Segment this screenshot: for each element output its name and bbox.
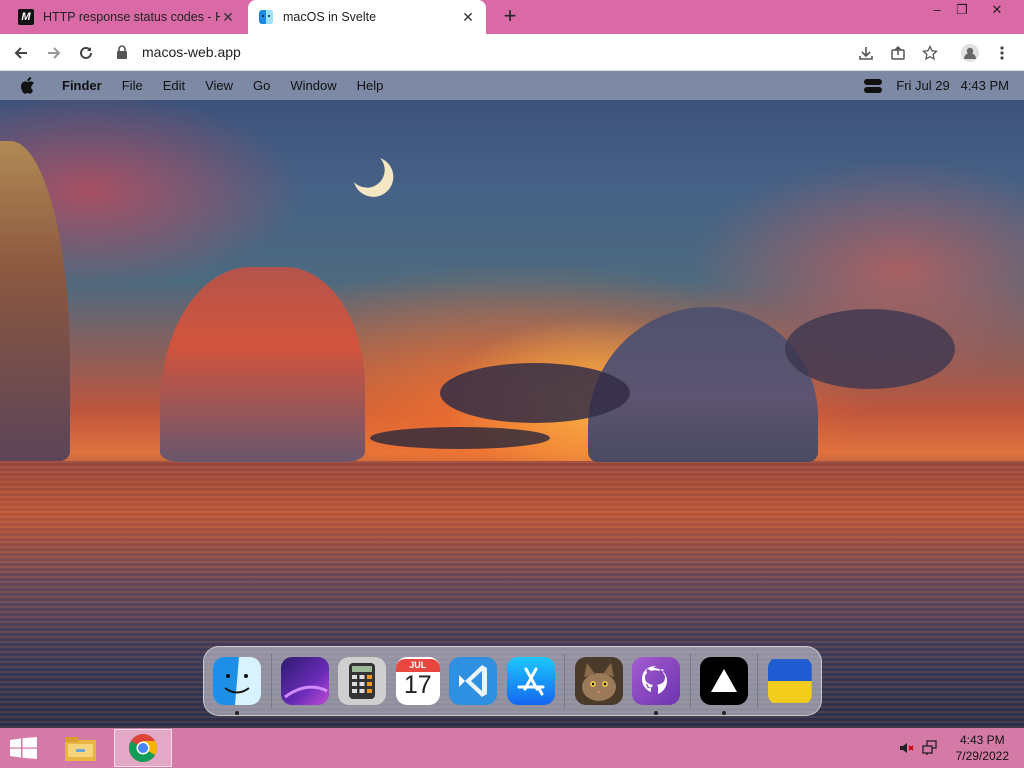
- menu-file[interactable]: File: [122, 78, 143, 93]
- profile-button[interactable]: [958, 41, 982, 65]
- dock-separator: [689, 654, 691, 708]
- wallpaper-cloud: [785, 309, 955, 389]
- wallpaper-cloud: [370, 427, 550, 449]
- wallpaper-cloud: [440, 363, 630, 423]
- tab-title: macOS in Svelte: [283, 10, 377, 24]
- running-indicator: [654, 711, 658, 715]
- share-icon: [891, 45, 905, 60]
- volume-muted-icon[interactable]: [896, 738, 916, 758]
- menubar-clock[interactable]: Fri Jul 29 4:43 PM: [896, 78, 1009, 93]
- address-bar[interactable]: macos-web.app: [108, 38, 950, 66]
- calculator-icon: [338, 657, 387, 705]
- dock-separator: [270, 654, 272, 708]
- menu-help[interactable]: Help: [357, 78, 384, 93]
- running-indicator: [235, 711, 239, 715]
- forward-button[interactable]: [42, 41, 66, 65]
- wallpaper-rock-edge: [0, 141, 70, 461]
- dock-item-ukraine[interactable]: [767, 657, 812, 705]
- calendar-day: 17: [403, 671, 432, 699]
- running-indicator: [721, 711, 726, 715]
- menu-edit[interactable]: Edit: [163, 78, 185, 93]
- window-close-button[interactable]: ✕: [982, 0, 1012, 22]
- bookmark-button[interactable]: [918, 41, 942, 65]
- dock-item-appstore[interactable]: [506, 657, 555, 705]
- network-icon[interactable]: [920, 738, 940, 758]
- dock-item-github[interactable]: [632, 657, 680, 715]
- appstore-icon: [506, 657, 555, 705]
- chrome-icon: [129, 734, 157, 762]
- dock-item-calculator[interactable]: [338, 657, 387, 705]
- windows-start-icon[interactable]: [10, 737, 37, 759]
- close-icon[interactable]: ✕: [220, 9, 236, 26]
- dock-separator: [757, 654, 759, 708]
- browser-toolbar: macos-web.app: [0, 34, 1024, 71]
- macos-dock: JUL 17: [203, 646, 822, 716]
- back-button[interactable]: [9, 41, 33, 65]
- vscode-icon: [449, 657, 498, 705]
- dock-item-vscode[interactable]: [449, 657, 498, 705]
- macos-menubar: Finder File Edit View Go Window Help Fri…: [0, 71, 1024, 100]
- arrow-right-icon: [48, 47, 61, 59]
- taskbar-date: 7/29/2022: [955, 749, 1009, 763]
- dock-item-purr[interactable]: [574, 657, 623, 705]
- menu-go[interactable]: Go: [253, 78, 270, 93]
- dock-item-calendar[interactable]: JUL 17: [395, 657, 440, 705]
- install-app-button[interactable]: [854, 41, 878, 65]
- tab-http-status-codes[interactable]: M HTTP response status codes - HT ✕: [8, 0, 246, 34]
- restore-button[interactable]: ❐: [947, 0, 977, 22]
- cat-icon: [574, 657, 623, 705]
- browser-tabstrip: M HTTP response status codes - HT ✕ macO…: [0, 0, 1024, 34]
- dock-item-vercel[interactable]: [699, 657, 748, 715]
- apple-icon[interactable]: [20, 77, 40, 94]
- wallpapers-icon: [280, 657, 329, 705]
- macos-web-icon: [258, 9, 274, 25]
- browser-menu-button[interactable]: [990, 41, 1014, 65]
- close-icon[interactable]: ✕: [460, 9, 476, 26]
- download-icon: [859, 47, 873, 60]
- tab-title: HTTP response status codes - HT: [43, 10, 220, 24]
- moon-icon: [354, 158, 394, 197]
- mdn-icon: M: [18, 9, 34, 25]
- dock-separator: [564, 654, 565, 708]
- vercel-icon: [710, 669, 737, 692]
- macos-desktop: Finder File Edit View Go Window Help Fri…: [0, 71, 1024, 728]
- tab-macos-in-svelte[interactable]: macOS in Svelte ✕: [248, 0, 486, 34]
- ukraine-flag-icon: [767, 659, 812, 703]
- reload-icon: [80, 46, 92, 59]
- address-text: macos-web.app: [142, 44, 241, 60]
- lock-icon: [116, 45, 132, 59]
- reload-button[interactable]: [74, 41, 98, 65]
- finder-icon: [213, 657, 261, 705]
- windows-taskbar: 4:43 PM 7/29/2022: [0, 728, 1024, 768]
- dock-item-finder[interactable]: [213, 657, 261, 715]
- menu-window[interactable]: Window: [290, 78, 336, 93]
- dock-item-wallpapers[interactable]: [280, 657, 329, 705]
- taskbar-chrome-button[interactable]: [114, 729, 172, 767]
- more-vert-icon: [1000, 46, 1004, 60]
- menu-app-name[interactable]: Finder: [62, 78, 102, 93]
- new-tab-button[interactable]: +: [498, 4, 522, 28]
- avatar-icon: [961, 44, 979, 62]
- star-icon: [922, 45, 938, 61]
- taskbar-time: 4:43 PM: [959, 733, 1005, 747]
- arrow-left-icon: [14, 47, 27, 59]
- menu-view[interactable]: View: [205, 78, 233, 93]
- wallpaper-rock-left: [160, 267, 365, 462]
- share-button[interactable]: [886, 41, 910, 65]
- system-tray: 4:43 PM 7/29/2022: [892, 732, 1009, 764]
- control-center-icon[interactable]: [864, 78, 883, 93]
- taskbar-clock[interactable]: 4:43 PM 7/29/2022: [956, 732, 1009, 764]
- file-explorer-icon[interactable]: [64, 735, 97, 762]
- github-icon: [632, 657, 680, 705]
